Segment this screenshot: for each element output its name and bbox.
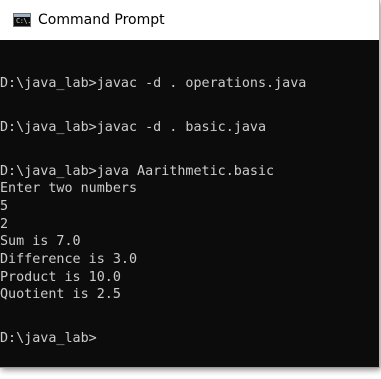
console-line-8: 5: [0, 199, 9, 214]
console-line-2: D:\java_lab>javac -d . operations.java: [0, 76, 307, 91]
command-prompt-window: C:\. Command Prompt D:\java_lab>javac -d…: [0, 0, 380, 368]
console-line-12: Product is 10.0: [0, 270, 121, 285]
command-prompt-icon-text: C:\.: [16, 17, 31, 25]
console-line-6: D:\java_lab>java Aarithmetic.basic: [0, 164, 275, 179]
console-line-9: 2: [0, 217, 9, 232]
title-bar[interactable]: C:\. Command Prompt: [0, 0, 379, 40]
console-line-4: D:\java_lab>javac -d . basic.java: [0, 120, 267, 135]
console-line-7: Enter two numbers: [0, 181, 138, 196]
window-title: Command Prompt: [38, 12, 165, 28]
console-prompt-line: D:\java_lab>: [0, 331, 97, 346]
console-line-13: Quotient is 2.5: [0, 287, 121, 302]
console-line-11: Difference is 3.0: [0, 252, 138, 267]
command-prompt-icon: C:\.: [13, 13, 31, 27]
console-output[interactable]: D:\java_lab>javac -d . operations.java D…: [0, 40, 379, 367]
console-line-10: Sum is 7.0: [0, 234, 81, 249]
